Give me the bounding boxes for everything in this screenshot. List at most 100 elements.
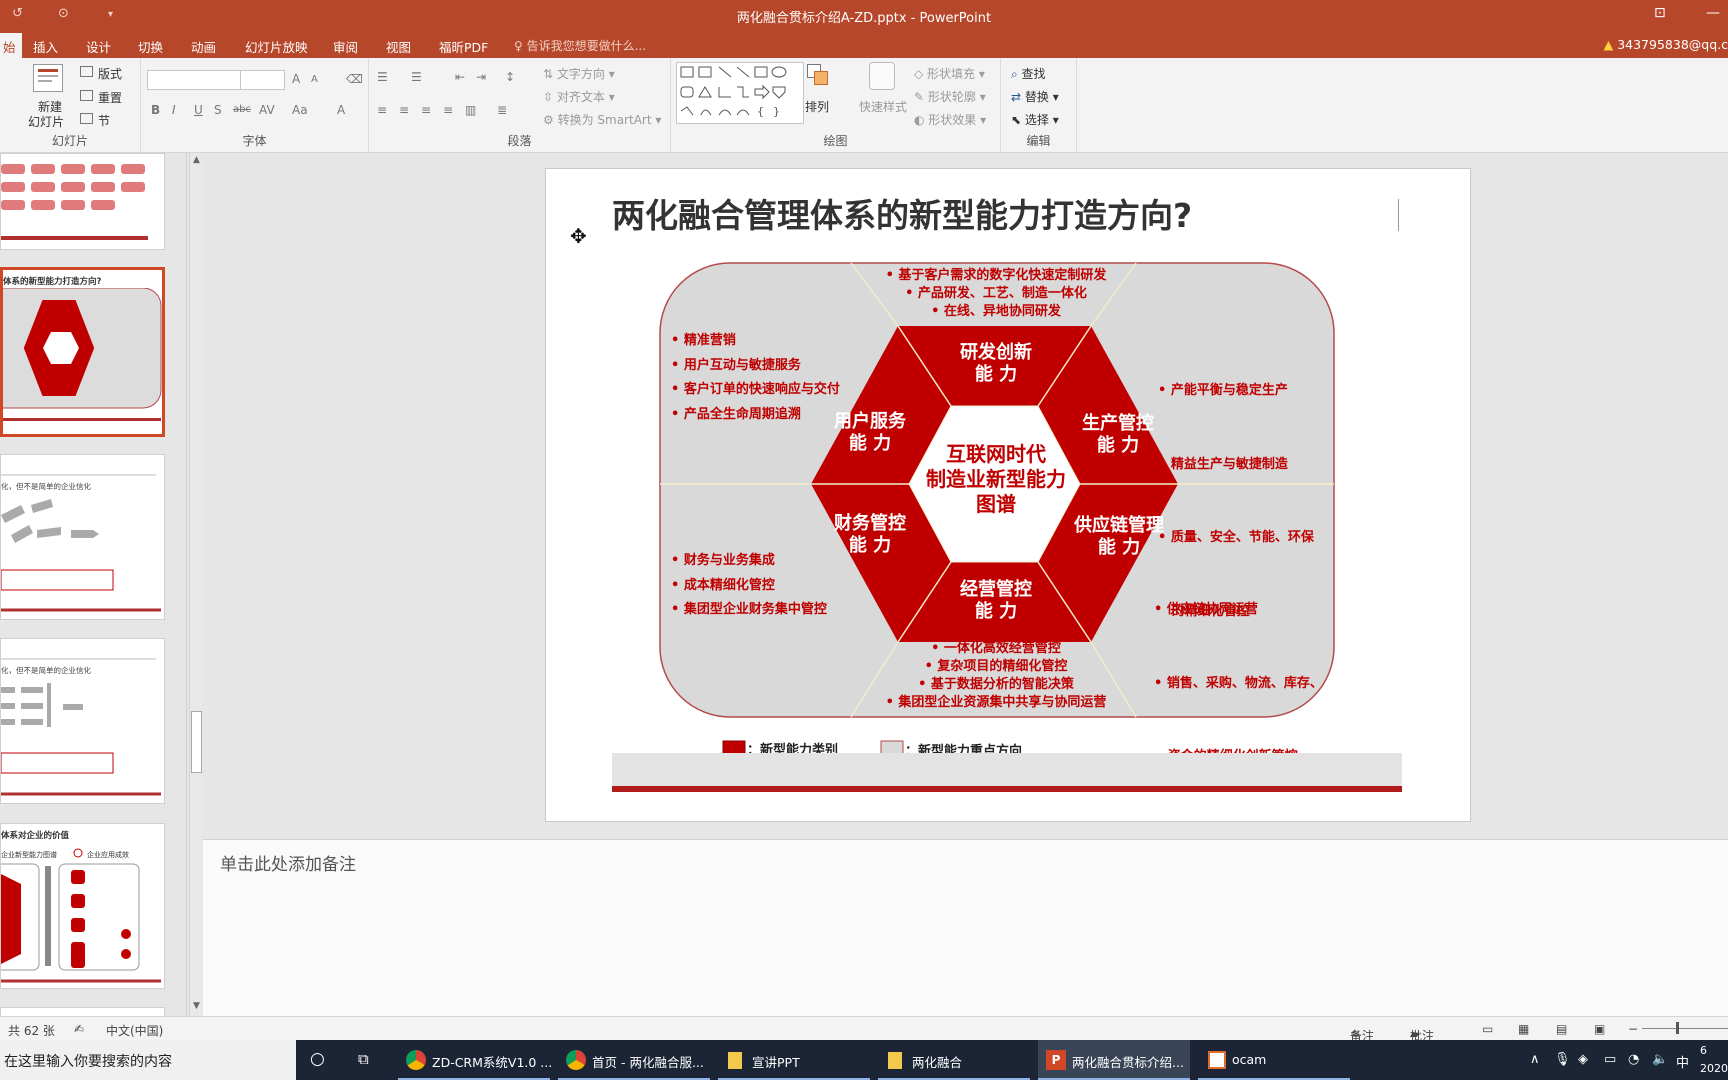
thumbnail-scrollbar[interactable]: ▲ ▼ [189,153,202,1016]
layout-button[interactable]: 版式 [98,65,122,82]
network-icon[interactable]: ◔ [1628,1052,1639,1067]
tab-insert[interactable]: 插入 [33,37,58,56]
tab-foxit-pdf[interactable]: 福昕PDF [439,37,488,56]
increase-indent-icon[interactable]: ⇥ [476,70,486,84]
numbering-icon[interactable]: ☰ [411,70,422,84]
slide-thumbnail-3[interactable]: 化，但不是简单的企业信化 [0,454,165,620]
taskbar-item-folder-ppt[interactable]: 宣讲PPT [718,1040,870,1080]
tab-animations[interactable]: 动画 [191,37,216,56]
tab-transitions[interactable]: 切换 [138,37,163,56]
font-name-combo[interactable] [147,70,242,90]
char-spacing-button[interactable]: AV [259,103,275,117]
slide-sorter-icon[interactable]: ▦ [1518,1022,1529,1036]
taskbar-item-folder-lianghua[interactable]: 两化融合 [878,1040,1030,1080]
align-text-button[interactable]: ⇳ 对齐文本 ▾ [543,88,615,105]
scroll-down-icon[interactable]: ▼ [190,1001,203,1011]
account[interactable]: ▲ 343795838@qq.c [1604,37,1728,52]
taskbar-search[interactable]: 在这里输入你要搜索的内容 [0,1040,296,1080]
clear-formatting-icon[interactable]: ⌫ [346,72,363,86]
align-left-icon[interactable]: ≡ [377,103,387,117]
scroll-up-icon[interactable]: ▲ [190,155,203,165]
zoom-slider[interactable] [1642,1028,1728,1029]
bullets-top: • 基于客户需求的数字化快速定制研发 • 产品研发、工艺、制造一体化 • 在线、… [846,267,1146,321]
shape-effects-button[interactable]: ◐ 形状效果 ▾ [914,111,986,128]
reading-view-icon[interactable]: ▤ [1556,1022,1567,1036]
decrease-indent-icon[interactable]: ⇤ [455,70,465,84]
slide-thumbnail-4[interactable]: 化，但不是简单的企业信化 [0,638,165,804]
tab-slideshow[interactable]: 幻灯片放映 [245,37,308,56]
tab-design[interactable]: 设计 [86,37,111,56]
zoom-out-icon[interactable]: − [1628,1022,1638,1036]
clock-date[interactable]: 2020 [1700,1062,1728,1075]
paragraph-options-icon[interactable]: ≣ [497,103,507,117]
arrange-button[interactable]: 排列 [805,98,829,115]
volume-icon[interactable]: 🔈 [1652,1052,1668,1067]
font-size-combo[interactable] [240,70,285,90]
select-button[interactable]: ⬉ 选择 ▾ [1011,111,1059,128]
microphone-icon[interactable]: 🎙 [1554,1052,1571,1067]
bullets-icon[interactable]: ☰ [377,70,388,84]
shapes-gallery[interactable]: {} [676,62,804,124]
increase-font-icon[interactable]: A [292,72,300,86]
bullet-ur-3: • 质量、安全、节能、环保 [1158,530,1314,545]
font-color-button[interactable]: A [337,103,345,117]
notes-placeholder[interactable]: 单击此处添加备注 [220,850,356,875]
clock-time[interactable]: 6 [1700,1044,1707,1057]
taskbar-item-ocam[interactable]: ocam [1198,1040,1350,1080]
language-indicator[interactable]: 中文(中国) [106,1022,163,1039]
ribbon-display-options-icon[interactable]: ⊡ [1654,5,1666,21]
task-view-icon[interactable]: ⧉ [358,1050,369,1068]
line-spacing-icon[interactable]: ↕ [505,70,515,84]
taskbar-item-chrome-home[interactable]: 首页 - 两化融合服... [558,1040,710,1080]
italic-button[interactable]: I [172,103,176,117]
tell-me-search[interactable]: ♀ 告诉我您想要做什么... [514,37,646,54]
bold-button[interactable]: B [151,103,160,117]
change-case-button[interactable]: Aa [292,103,308,117]
justify-icon[interactable]: ≡ [443,103,453,117]
shape-outline-button[interactable]: ✎ 形状轮廓 ▾ [914,88,986,105]
notes-pane[interactable]: 单击此处添加备注 [203,839,1728,1016]
scrollbar-thumb[interactable] [191,711,202,773]
slide-thumbnail-2[interactable]: 体系的新型能力打造方向? [0,267,165,437]
bullet-bottom-2: • 复杂项目的精细化管控 [924,659,1068,674]
shield-icon[interactable]: ◈ [1578,1052,1588,1067]
strikethrough-button[interactable]: abc [233,104,251,115]
group-label-slides: 幻灯片 [51,134,88,148]
columns-icon[interactable]: ▥ [465,103,476,117]
spellcheck-icon[interactable]: ✍ [74,1022,84,1036]
cortana-icon[interactable]: ○ [310,1049,325,1069]
minimize-button[interactable]: — [1706,5,1720,21]
align-center-icon[interactable]: ≡ [399,103,409,117]
tray-expand-icon[interactable]: ∧ [1530,1052,1540,1067]
ime-indicator[interactable]: 中 [1676,1052,1689,1071]
new-slide-button-label2[interactable]: 幻灯片 [28,113,64,130]
tab-home[interactable]: 始 [0,33,22,61]
align-right-icon[interactable]: ≡ [421,103,431,117]
battery-icon[interactable]: ▭ [1604,1052,1616,1067]
slideshow-view-icon[interactable]: ▣ [1594,1022,1605,1036]
shape-fill-button[interactable]: ◇ 形状填充 ▾ [914,65,985,82]
find-button[interactable]: ⌕ 查找 [1011,65,1046,82]
taskbar-item-powerpoint[interactable]: P 两化融合贯标介绍... [1038,1040,1190,1080]
shadow-button[interactable]: S [214,103,222,117]
slide-thumbnail-5[interactable]: 体系对企业的价值 企业新型能力图谱 企业应用成效 [0,823,165,989]
zoom-slider-thumb[interactable] [1676,1022,1679,1034]
segment-operations-control: 经营管控能 力 [926,579,1066,623]
text-direction-button[interactable]: ⇅ 文字方向 ▾ [543,65,615,82]
replace-button[interactable]: ⇄ 替换 ▾ [1011,88,1059,105]
section-button[interactable]: 节 [98,112,110,129]
current-slide[interactable]: 两化融合管理体系的新型能力打造方向? 互联网时代 制造业新型能力 图谱 研发创新… [545,168,1471,822]
smartart-button[interactable]: ⚙ 转换为 SmartArt ▾ [543,111,661,128]
normal-view-icon[interactable]: ▭ [1482,1022,1493,1036]
slide-thumbnail-1[interactable] [0,153,165,250]
taskbar-item-chrome-crm[interactable]: ZD-CRM系统V1.0 ... [398,1040,552,1080]
underline-button[interactable]: U [194,103,203,117]
tab-view[interactable]: 视图 [386,37,411,56]
quick-styles-button[interactable]: 快速样式 [859,98,907,115]
quick-styles-icon[interactable] [869,62,895,90]
tab-review[interactable]: 审阅 [333,37,358,56]
reset-button[interactable]: 重置 [98,89,122,106]
arrange-icon[interactable] [807,64,829,86]
new-slide-icon[interactable] [33,64,63,92]
decrease-font-icon[interactable]: A [311,74,318,85]
